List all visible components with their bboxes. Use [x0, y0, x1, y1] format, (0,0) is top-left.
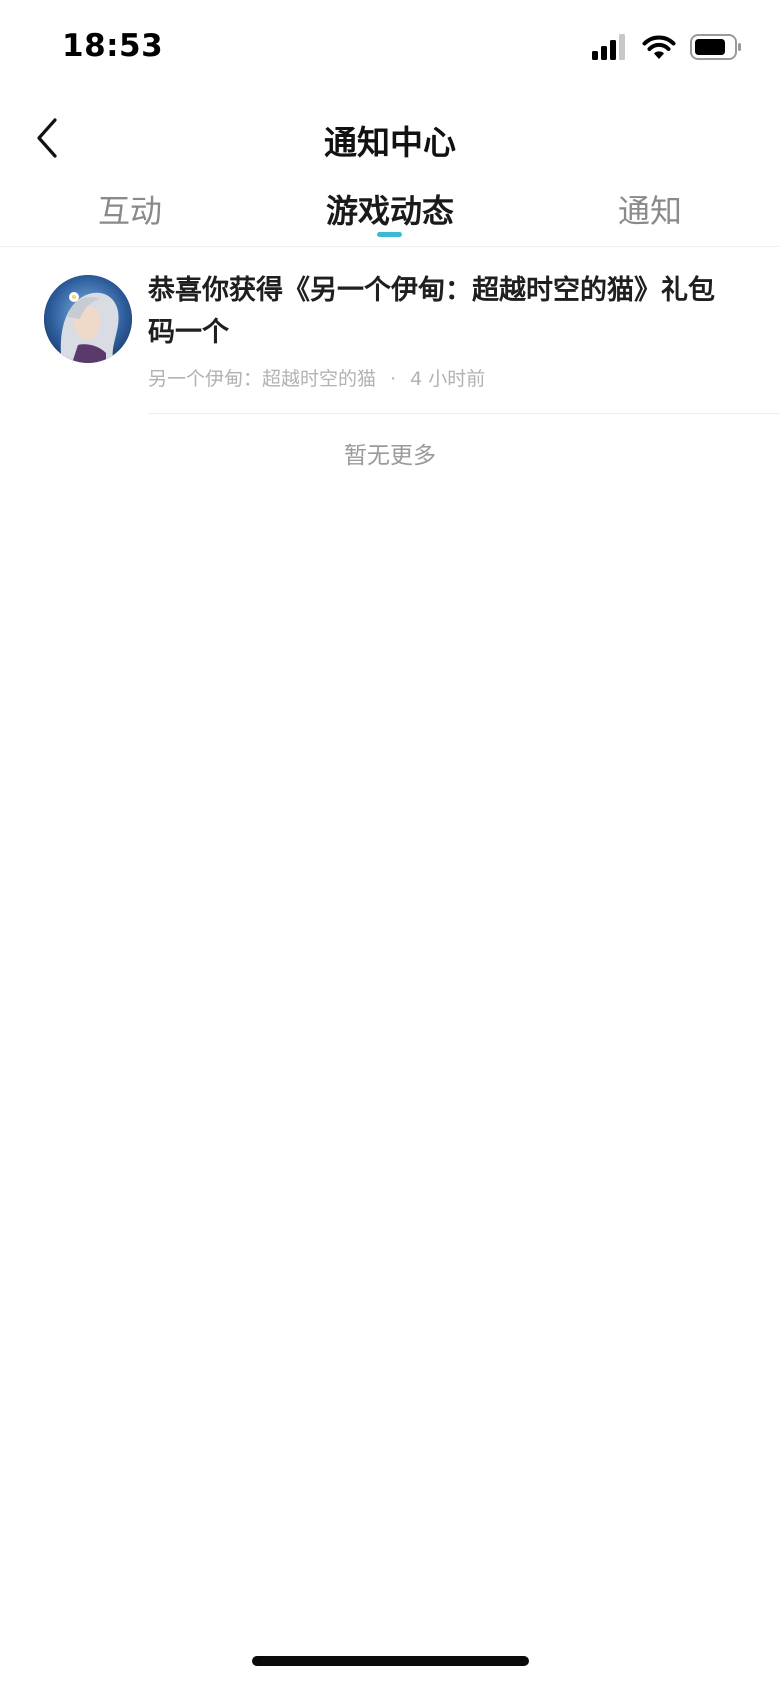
no-more-text: 暂无更多 — [344, 443, 436, 469]
tab-interaction[interactable]: 互动 — [20, 186, 240, 232]
notification-title: 恭喜你获得《另一个伊甸：超越时空的猫》礼包码一个 — [148, 275, 715, 348]
status-time: 18:53 — [62, 28, 164, 64]
notification-item[interactable]: 恭喜你获得《另一个伊甸：超越时空的猫》礼包码一个 另一个伊甸：超越时空的猫 · … — [0, 248, 780, 416]
active-tab-indicator — [377, 232, 402, 237]
battery-icon — [690, 34, 741, 60]
nav-header: 通知中心 — [0, 100, 780, 180]
notification-source: 另一个伊甸：超越时空的猫 — [148, 368, 377, 390]
page-title: 通知中心 — [324, 123, 456, 162]
cellular-signal-icon — [592, 34, 625, 60]
notification-meta: 另一个伊甸：超越时空的猫 · 4 小时前 — [148, 364, 485, 391]
tab-bar: 互动 游戏动态 通知 — [0, 180, 780, 247]
divider — [148, 413, 780, 414]
tab-notices[interactable]: 通知 — [540, 186, 760, 232]
game-character-image — [44, 275, 132, 363]
notification-time: 4 小时前 — [410, 368, 486, 390]
home-indicator — [252, 1656, 529, 1666]
status-bar: 18:53 — [0, 0, 780, 100]
meta-separator: · — [390, 368, 397, 390]
game-avatar — [44, 275, 132, 363]
tab-game-updates[interactable]: 游戏动态 — [280, 186, 500, 232]
wifi-icon — [642, 35, 676, 59]
status-icons — [592, 34, 742, 60]
